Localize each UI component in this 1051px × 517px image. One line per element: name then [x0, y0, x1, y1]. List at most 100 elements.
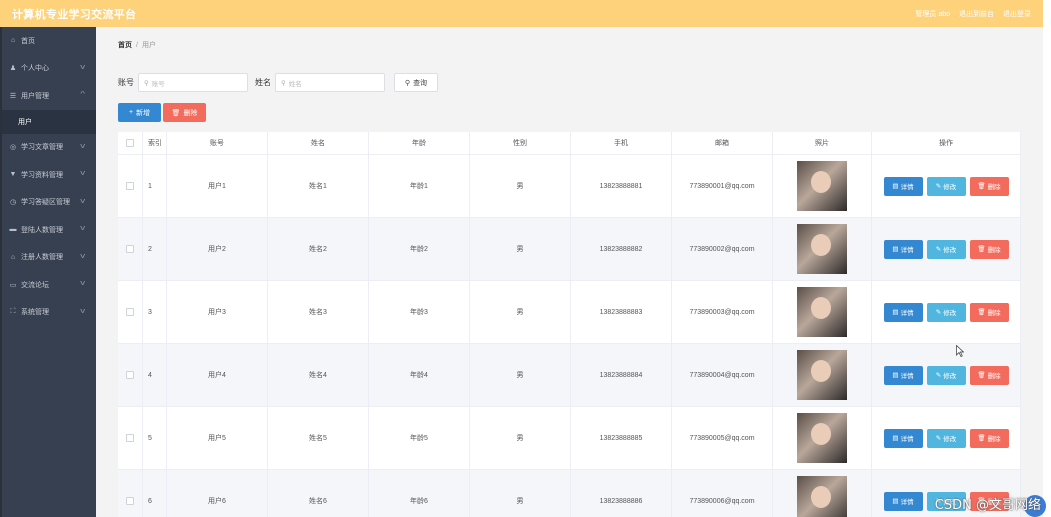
sidebar-item-2[interactable]: ☰ 用户管理 ^ — [2, 82, 96, 110]
detail-button-label: 详情 — [900, 184, 914, 191]
edit-button[interactable]: ✎ 修改 — [926, 302, 966, 322]
photo-cell — [773, 155, 872, 217]
row-checkbox[interactable] — [126, 434, 134, 442]
detail-button[interactable]: ▤ 详情 — [883, 302, 923, 322]
sidebar-subitem-user[interactable]: 用户 — [2, 109, 96, 134]
row-checkbox[interactable] — [126, 182, 134, 190]
sex-cell: 男 — [470, 281, 571, 343]
row-select-cell — [118, 344, 143, 406]
edit-button[interactable]: ✎ 修改 — [926, 176, 966, 196]
row-delete-button[interactable]: 🗑 删除 — [969, 176, 1009, 196]
row-checkbox[interactable] — [126, 308, 134, 316]
settings-icon: ⛶ — [10, 308, 16, 316]
sidebar-item-6[interactable]: ▬ 登陆人数管理 v — [2, 216, 96, 244]
sidebar-item-label: 学习资料管理 — [21, 171, 63, 179]
edit-button[interactable]: ✎ 修改 — [926, 365, 966, 385]
menu-icon: ☰ — [9, 92, 17, 100]
add-button[interactable]: + 新增 — [118, 103, 161, 122]
pencil-icon: ✎ — [935, 183, 942, 190]
sidebar-item-0[interactable]: ⌂ 首页 — [2, 27, 96, 55]
user-table: 索引 账号 姓名 年龄 性别 手机 邮箱 照片 操作 1 用户1 姓名1 年龄1 男 13… — [118, 132, 1021, 517]
select-all-checkbox[interactable] — [126, 139, 134, 147]
sidebar-item-label: 首页 — [21, 37, 35, 45]
row-checkbox[interactable] — [126, 371, 134, 379]
user-photo[interactable] — [797, 476, 847, 517]
sex-cell: 男 — [470, 155, 571, 217]
phone-cell: 13823888883 — [571, 281, 672, 343]
sidebar-item-3[interactable]: ◎ 学习文章管理 v — [2, 134, 96, 162]
user-photo[interactable] — [797, 413, 847, 463]
actions-cell: ▤ 详情 ✎ 修改 🗑 删除 — [872, 281, 1021, 343]
detail-button[interactable]: ▤ 详情 — [883, 239, 923, 259]
user-photo[interactable] — [797, 287, 847, 337]
front-link[interactable]: 退出到前台 — [959, 9, 994, 19]
user-photo[interactable] — [797, 224, 847, 274]
document-icon: ▤ — [892, 309, 899, 316]
logout-link[interactable]: 退出登录 — [1003, 9, 1031, 19]
search-bar: 账号 ⚲ 账号 姓名 ⚲ 姓名 ⚲ 查询 — [118, 73, 438, 92]
detail-button-label: 详情 — [900, 436, 914, 443]
sidebar-item-label: 登陆人数管理 — [21, 226, 63, 234]
edit-button[interactable]: ✎ 修改 — [926, 239, 966, 259]
email-cell: 773890005@qq.com — [672, 407, 773, 469]
row-delete-button[interactable]: 🗑 删除 — [969, 239, 1009, 259]
index-cell: 1 — [143, 155, 167, 217]
select-all-cell — [118, 132, 143, 154]
compass-icon: ◎ — [9, 144, 17, 152]
user-photo[interactable] — [797, 161, 847, 211]
sidebar-item-8[interactable]: ▭ 交流论坛 v — [2, 271, 96, 299]
person-icon: ♟ — [9, 65, 17, 73]
actions-cell: ▤ 详情 ✎ 修改 🗑 删除 — [872, 407, 1021, 469]
top-bar: 计算机专业学习交流平台 管理员 abo 退出到前台 退出登录 — [0, 0, 1043, 27]
sidebar-item-label: 用户管理 — [21, 92, 49, 100]
detail-button[interactable]: ▤ 详情 — [883, 491, 923, 511]
chevron-down-icon: v — [79, 252, 85, 260]
row-checkbox[interactable] — [126, 497, 134, 505]
sidebar-item-4[interactable]: ▼ 学习资料管理 v — [2, 161, 96, 189]
account-input[interactable]: ⚲ 账号 — [138, 73, 248, 92]
actions-cell: ▤ 详情 ✎ 修改 🗑 删除 — [872, 218, 1021, 280]
trash-icon: 🗑 — [171, 109, 181, 117]
breadcrumb-home[interactable]: 首页 — [118, 42, 132, 49]
breadcrumb-separator: / — [136, 42, 138, 49]
chevron-down-icon: v — [79, 280, 85, 287]
account-cell: 用户5 — [167, 407, 268, 469]
row-delete-button-label: 删除 — [987, 373, 1001, 380]
detail-button[interactable]: ▤ 详情 — [883, 365, 923, 385]
sidebar-item-9[interactable]: ⛶ 系统管理 v — [2, 299, 96, 327]
top-links: 管理员 abo 退出到前台 退出登录 — [915, 9, 1031, 19]
edit-button-label: 修改 — [943, 184, 957, 191]
trash-icon: 🗑 — [977, 246, 986, 253]
header-index: 索引 — [143, 132, 167, 154]
table-row: 6 用户6 姓名6 年龄6 男 13823888886 773890006@qq.com ▤ 详… — [118, 470, 1021, 517]
detail-button[interactable]: ▤ 详情 — [883, 176, 923, 196]
name-input[interactable]: ⚲ 姓名 — [275, 73, 385, 92]
filter-icon: ▼ — [9, 171, 17, 179]
phone-cell: 13823888882 — [571, 218, 672, 280]
document-icon: ▤ — [892, 372, 899, 379]
delete-button[interactable]: 🗑 删除 — [163, 103, 206, 122]
row-delete-button-label: 删除 — [987, 184, 1001, 191]
sidebar-item-label: 注册人数管理 — [21, 254, 63, 262]
sidebar-item-7[interactable]: ⌂ 注册人数管理 v — [2, 244, 96, 272]
watermark: CSDN @文哥网络 — [934, 498, 1041, 513]
pencil-icon: ✎ — [935, 309, 942, 316]
sidebar-item-5[interactable]: ◷ 学习答疑区管理 v — [2, 189, 96, 217]
sidebar-item-1[interactable]: ♟ 个人中心 v — [2, 55, 96, 83]
header-name: 姓名 — [268, 132, 369, 154]
trash-icon: 🗑 — [977, 183, 986, 190]
detail-button[interactable]: ▤ 详情 — [883, 428, 923, 448]
header-actions: 操作 — [872, 132, 1021, 154]
email-cell: 773890002@qq.com — [672, 218, 773, 280]
row-select-cell — [118, 407, 143, 469]
row-checkbox[interactable] — [126, 245, 134, 253]
account-cell: 用户1 — [167, 155, 268, 217]
edit-button[interactable]: ✎ 修改 — [926, 428, 966, 448]
row-delete-button[interactable]: 🗑 删除 — [969, 428, 1009, 448]
plus-icon: + — [128, 109, 134, 116]
query-button[interactable]: ⚲ 查询 — [394, 73, 438, 92]
row-delete-button[interactable]: 🗑 删除 — [969, 365, 1009, 385]
actions-cell: ▤ 详情 ✎ 修改 🗑 删除 — [872, 155, 1021, 217]
row-delete-button[interactable]: 🗑 删除 — [969, 302, 1009, 322]
user-photo[interactable] — [797, 350, 847, 400]
